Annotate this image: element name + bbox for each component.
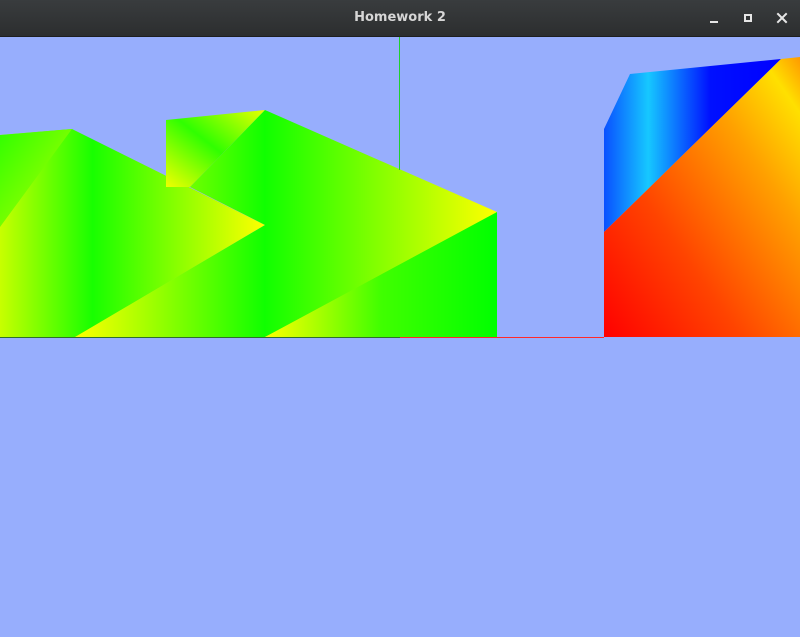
maximize-icon xyxy=(744,14,752,22)
close-button[interactable] xyxy=(770,6,794,30)
window-title: Homework 2 xyxy=(354,10,446,25)
minimize-button[interactable] xyxy=(702,6,726,30)
minimize-icon xyxy=(710,21,718,23)
maximize-button[interactable] xyxy=(736,6,760,30)
app-window: Homework 2 xyxy=(0,0,800,637)
close-icon xyxy=(776,12,788,24)
scene-render xyxy=(0,37,800,338)
opengl-canvas[interactable] xyxy=(0,37,800,637)
title-bar[interactable]: Homework 2 xyxy=(0,0,800,37)
